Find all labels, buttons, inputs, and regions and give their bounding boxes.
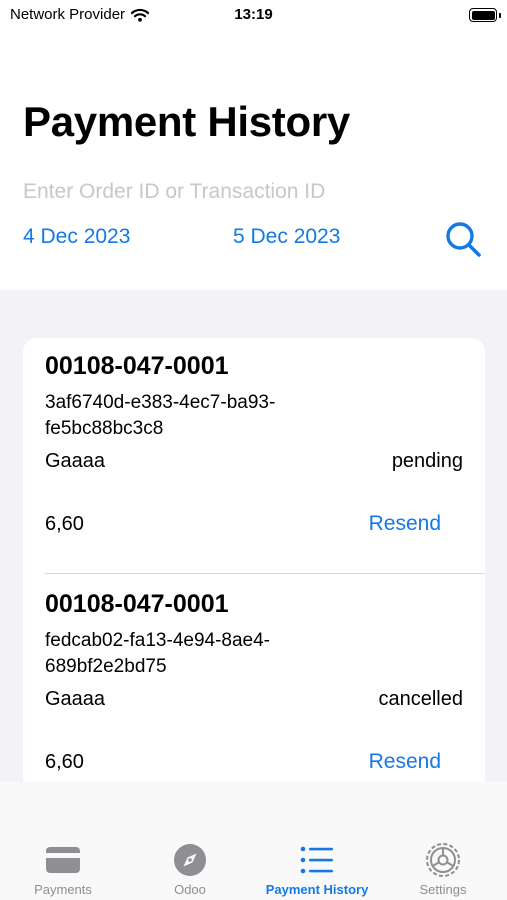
resend-button[interactable]: Resend: [369, 750, 441, 774]
transaction-row[interactable]: 00108-047-0001 fedcab02-fa13-4e94-8ae4-6…: [23, 576, 485, 782]
transaction-id: fedcab02-fa13-4e94-8ae4-689bf2e2bd75: [45, 630, 271, 677]
tab-label: Odoo: [174, 882, 206, 897]
search-icon: [446, 222, 481, 257]
page-title: Payment History: [23, 98, 350, 145]
start-date-picker[interactable]: 4 Dec 2023: [23, 225, 130, 249]
status-label: pending: [391, 450, 463, 472]
customer-name: Gaaaa: [45, 450, 106, 472]
customer-name: Gaaaa: [45, 688, 106, 710]
end-date-picker[interactable]: 5 Dec 2023: [233, 225, 340, 249]
tab-label: Payment History: [265, 882, 369, 897]
tab-label: Settings: [419, 882, 467, 897]
resend-button[interactable]: Resend: [369, 512, 441, 536]
transaction-row[interactable]: 00108-047-0001 3af6740d-e383-4ec7-ba93-f…: [23, 338, 485, 574]
order-id: 00108-047-0001: [45, 590, 229, 618]
search-button[interactable]: [442, 218, 484, 260]
tab-settings[interactable]: Settings: [380, 782, 506, 900]
transaction-id: 3af6740d-e383-4ec7-ba93-fe5bc88bc3c8: [45, 392, 276, 439]
order-id: 00108-047-0001: [45, 352, 229, 380]
search-input[interactable]: [23, 180, 443, 204]
header: Payment History 4 Dec 2023 5 Dec 2023: [0, 32, 507, 290]
battery-level: [471, 10, 495, 20]
amount: 6,60: [45, 513, 84, 535]
gear-icon: [426, 843, 460, 877]
tab-payments[interactable]: Payments: [0, 782, 126, 900]
tab-bar: Payments Odoo Payment History Settings: [0, 782, 507, 900]
tab-label: Payments: [34, 882, 92, 897]
list-icon: [300, 846, 333, 874]
amount: 6,60: [45, 751, 84, 773]
compass-icon: [174, 844, 206, 876]
transaction-card: 00108-047-0001 3af6740d-e383-4ec7-ba93-f…: [23, 338, 485, 782]
tab-payment-history[interactable]: Payment History: [254, 782, 380, 900]
status-bar: Network Provider 13:19: [0, 0, 507, 32]
credit-card-icon: [46, 847, 80, 873]
row-divider: [45, 573, 485, 574]
battery-cap: [498, 12, 501, 18]
transaction-list[interactable]: 00108-047-0001 3af6740d-e383-4ec7-ba93-f…: [0, 290, 507, 782]
status-label: cancelled: [378, 688, 463, 710]
battery-icon: [469, 8, 501, 22]
status-time: 13:19: [234, 6, 273, 23]
tab-odoo[interactable]: Odoo: [127, 782, 253, 900]
